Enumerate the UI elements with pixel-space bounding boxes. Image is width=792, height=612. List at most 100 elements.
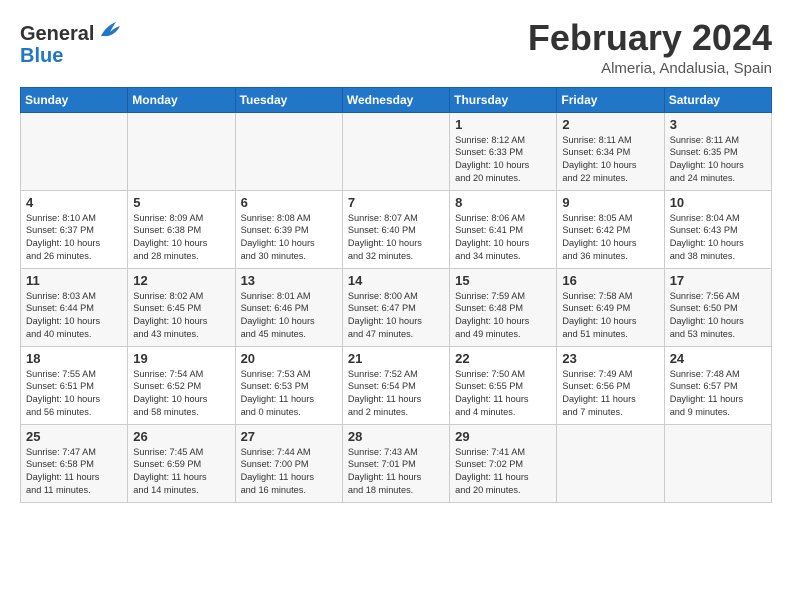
calendar-cell: 23Sunrise: 7:49 AM Sunset: 6:56 PM Dayli… xyxy=(557,346,664,424)
cell-info: Sunrise: 8:06 AM Sunset: 6:41 PM Dayligh… xyxy=(455,212,551,264)
calendar-week-3: 11Sunrise: 8:03 AM Sunset: 6:44 PM Dayli… xyxy=(21,268,772,346)
day-number: 13 xyxy=(241,273,337,288)
logo-blue: Blue xyxy=(20,45,124,67)
day-number: 28 xyxy=(348,429,444,444)
col-wednesday: Wednesday xyxy=(342,87,449,112)
calendar-cell: 1 Sunrise: 8:12 AM Sunset: 6:33 PM Daylig… xyxy=(450,112,557,190)
cell-info: Sunrise: 7:48 AM Sunset: 6:57 PM Dayligh… xyxy=(670,368,766,420)
day-number: 21 xyxy=(348,351,444,366)
calendar-cell: 11Sunrise: 8:03 AM Sunset: 6:44 PM Dayli… xyxy=(21,268,128,346)
day-number: 1 xyxy=(455,117,551,132)
calendar-cell xyxy=(21,112,128,190)
day-number: 15 xyxy=(455,273,551,288)
cell-info: Sunrise: 7:54 AM Sunset: 6:52 PM Dayligh… xyxy=(133,368,229,420)
day-number: 8 xyxy=(455,195,551,210)
cell-info: Sunrise: 8:07 AM Sunset: 6:40 PM Dayligh… xyxy=(348,212,444,264)
calendar-cell xyxy=(557,424,664,502)
month-year: February 2024 xyxy=(528,18,772,58)
col-monday: Monday xyxy=(128,87,235,112)
cell-info: Sunrise: 8:03 AM Sunset: 6:44 PM Dayligh… xyxy=(26,290,122,342)
cell-info: Sunrise: 7:50 AM Sunset: 6:55 PM Dayligh… xyxy=(455,368,551,420)
day-number: 18 xyxy=(26,351,122,366)
title-area: February 2024 Almeria, Andalusia, Spain xyxy=(528,18,772,77)
cell-info: Sunrise: 7:55 AM Sunset: 6:51 PM Dayligh… xyxy=(26,368,122,420)
day-number: 14 xyxy=(348,273,444,288)
cell-info: Sunrise: 7:45 AM Sunset: 6:59 PM Dayligh… xyxy=(133,446,229,498)
day-number: 12 xyxy=(133,273,229,288)
cell-info: Sunrise: 7:41 AM Sunset: 7:02 PM Dayligh… xyxy=(455,446,551,498)
col-saturday: Saturday xyxy=(664,87,771,112)
calendar-cell xyxy=(664,424,771,502)
calendar-cell: 20 Sunrise: 7:53 AM Sunset: 6:53 PM Dayli… xyxy=(235,346,342,424)
day-number: 6 xyxy=(241,195,337,210)
header-row: Sunday Monday Tuesday Wednesday Thursday… xyxy=(21,87,772,112)
day-number: 17 xyxy=(670,273,766,288)
calendar-week-4: 18 Sunrise: 7:55 AM Sunset: 6:51 PM Dayli… xyxy=(21,346,772,424)
day-number: 9 xyxy=(562,195,658,210)
day-number: 23 xyxy=(562,351,658,366)
day-number: 26 xyxy=(133,429,229,444)
cell-info: Sunrise: 8:02 AM Sunset: 6:45 PM Dayligh… xyxy=(133,290,229,342)
day-number: 5 xyxy=(133,195,229,210)
calendar-cell: 17 Sunrise: 7:56 AM Sunset: 6:50 PM Dayli… xyxy=(664,268,771,346)
cell-info: Sunrise: 8:09 AM Sunset: 6:38 PM Dayligh… xyxy=(133,212,229,264)
calendar-week-5: 25 Sunrise: 7:47 AM Sunset: 6:58 PM Dayli… xyxy=(21,424,772,502)
col-tuesday: Tuesday xyxy=(235,87,342,112)
cell-info: Sunrise: 8:12 AM Sunset: 6:33 PM Dayligh… xyxy=(455,134,551,186)
cell-info: Sunrise: 8:00 AM Sunset: 6:47 PM Dayligh… xyxy=(348,290,444,342)
calendar-cell: 25 Sunrise: 7:47 AM Sunset: 6:58 PM Dayli… xyxy=(21,424,128,502)
calendar-cell: 3 Sunrise: 8:11 AM Sunset: 6:35 PM Daylig… xyxy=(664,112,771,190)
cell-info: Sunrise: 8:11 AM Sunset: 6:35 PM Dayligh… xyxy=(670,134,766,186)
cell-info: Sunrise: 7:59 AM Sunset: 6:48 PM Dayligh… xyxy=(455,290,551,342)
calendar-cell: 26 Sunrise: 7:45 AM Sunset: 6:59 PM Dayli… xyxy=(128,424,235,502)
day-number: 24 xyxy=(670,351,766,366)
calendar-cell: 12 Sunrise: 8:02 AM Sunset: 6:45 PM Dayli… xyxy=(128,268,235,346)
day-number: 2 xyxy=(562,117,658,132)
calendar-table: Sunday Monday Tuesday Wednesday Thursday… xyxy=(20,87,772,503)
logo: General Blue xyxy=(20,22,124,67)
day-number: 27 xyxy=(241,429,337,444)
calendar-cell: 9Sunrise: 8:05 AM Sunset: 6:42 PM Daylig… xyxy=(557,190,664,268)
cell-info: Sunrise: 8:01 AM Sunset: 6:46 PM Dayligh… xyxy=(241,290,337,342)
cell-info: Sunrise: 8:04 AM Sunset: 6:43 PM Dayligh… xyxy=(670,212,766,264)
calendar-cell: 14 Sunrise: 8:00 AM Sunset: 6:47 PM Dayli… xyxy=(342,268,449,346)
col-sunday: Sunday xyxy=(21,87,128,112)
day-number: 10 xyxy=(670,195,766,210)
day-number: 3 xyxy=(670,117,766,132)
cell-info: Sunrise: 7:44 AM Sunset: 7:00 PM Dayligh… xyxy=(241,446,337,498)
cell-info: Sunrise: 7:47 AM Sunset: 6:58 PM Dayligh… xyxy=(26,446,122,498)
calendar-cell: 6Sunrise: 8:08 AM Sunset: 6:39 PM Daylig… xyxy=(235,190,342,268)
calendar-cell: 21Sunrise: 7:52 AM Sunset: 6:54 PM Dayli… xyxy=(342,346,449,424)
calendar-cell: 22Sunrise: 7:50 AM Sunset: 6:55 PM Dayli… xyxy=(450,346,557,424)
logo-general: General xyxy=(20,23,94,45)
calendar-cell: 5 Sunrise: 8:09 AM Sunset: 6:38 PM Daylig… xyxy=(128,190,235,268)
calendar-cell: 16Sunrise: 7:58 AM Sunset: 6:49 PM Dayli… xyxy=(557,268,664,346)
cell-info: Sunrise: 7:53 AM Sunset: 6:53 PM Dayligh… xyxy=(241,368,337,420)
calendar-cell: 10 Sunrise: 8:04 AM Sunset: 6:43 PM Dayli… xyxy=(664,190,771,268)
calendar-cell: 24 Sunrise: 7:48 AM Sunset: 6:57 PM Dayli… xyxy=(664,346,771,424)
calendar-cell xyxy=(235,112,342,190)
calendar-cell: 27 Sunrise: 7:44 AM Sunset: 7:00 PM Dayli… xyxy=(235,424,342,502)
day-number: 20 xyxy=(241,351,337,366)
day-number: 19 xyxy=(133,351,229,366)
col-friday: Friday xyxy=(557,87,664,112)
calendar-cell: 7Sunrise: 8:07 AM Sunset: 6:40 PM Daylig… xyxy=(342,190,449,268)
day-number: 25 xyxy=(26,429,122,444)
calendar-cell: 4Sunrise: 8:10 AM Sunset: 6:37 PM Daylig… xyxy=(21,190,128,268)
calendar-cell xyxy=(128,112,235,190)
calendar-week-2: 4Sunrise: 8:10 AM Sunset: 6:37 PM Daylig… xyxy=(21,190,772,268)
day-number: 4 xyxy=(26,195,122,210)
day-number: 29 xyxy=(455,429,551,444)
calendar-cell: 18 Sunrise: 7:55 AM Sunset: 6:51 PM Dayli… xyxy=(21,346,128,424)
calendar-cell: 19 Sunrise: 7:54 AM Sunset: 6:52 PM Dayli… xyxy=(128,346,235,424)
location: Almeria, Andalusia, Spain xyxy=(528,60,772,77)
calendar-week-1: 1 Sunrise: 8:12 AM Sunset: 6:33 PM Daylig… xyxy=(21,112,772,190)
header: General Blue February 2024 Almeria, Anda… xyxy=(20,18,772,77)
calendar-cell: 13 Sunrise: 8:01 AM Sunset: 6:46 PM Dayli… xyxy=(235,268,342,346)
col-thursday: Thursday xyxy=(450,87,557,112)
calendar-cell: 8 Sunrise: 8:06 AM Sunset: 6:41 PM Daylig… xyxy=(450,190,557,268)
logo-bird-icon xyxy=(96,18,124,40)
cell-info: Sunrise: 8:11 AM Sunset: 6:34 PM Dayligh… xyxy=(562,134,658,186)
cell-info: Sunrise: 7:56 AM Sunset: 6:50 PM Dayligh… xyxy=(670,290,766,342)
calendar-cell xyxy=(342,112,449,190)
